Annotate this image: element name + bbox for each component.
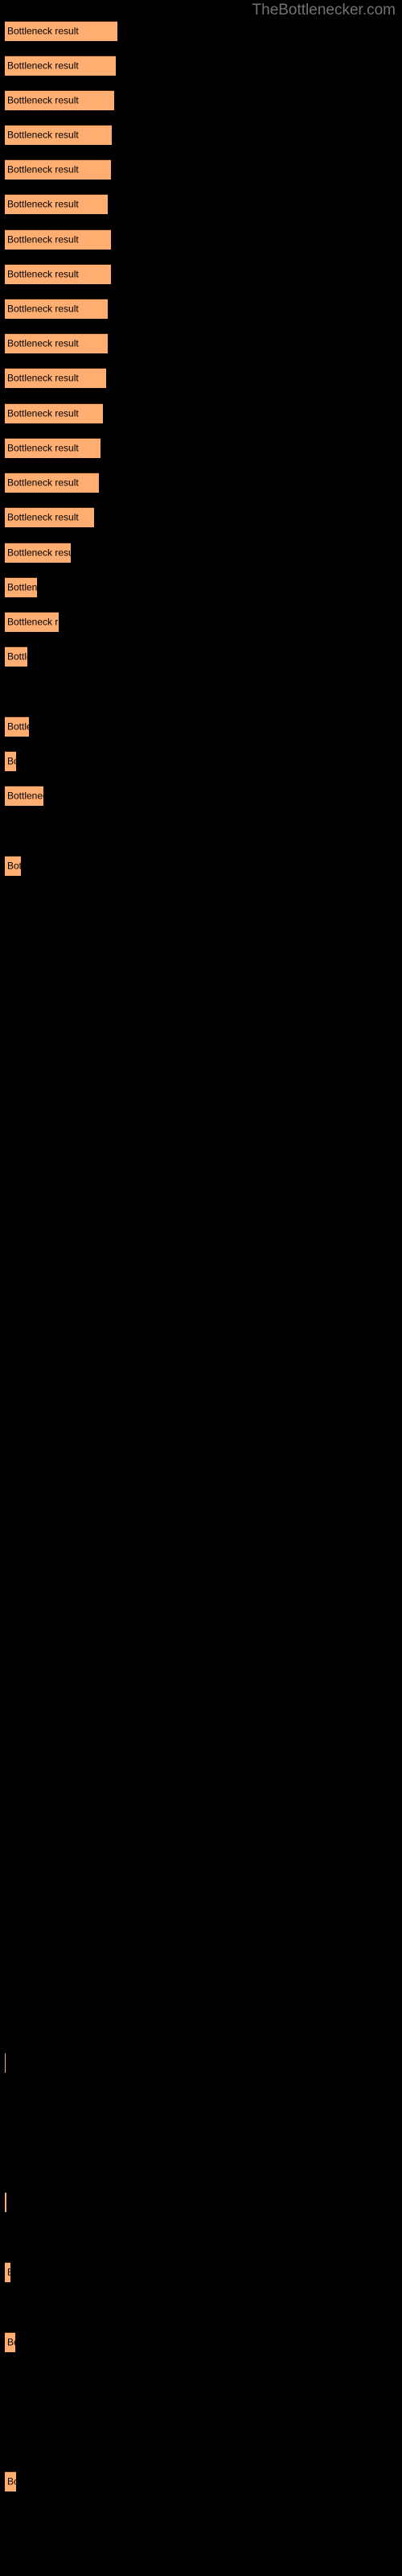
bar-4[interactable]: Bottleneck result: [5, 125, 112, 145]
bar-12[interactable]: Bottleneck result: [5, 403, 103, 423]
bar-label: Bottleneck result: [7, 25, 79, 37]
bar-9[interactable]: Bottleneck result: [5, 299, 108, 319]
bar-label: Bottleneck result: [7, 337, 79, 349]
bar-label: Bottleneck result: [7, 407, 79, 419]
bar-6[interactable]: Bottleneck result: [5, 194, 108, 214]
bar-label: Bottleneck result: [7, 268, 79, 280]
bar-label: Bottleneck result: [7, 650, 27, 663]
bar-label: Bottleneck result: [7, 372, 79, 384]
bar-24[interactable]: Bottleneck result: [5, 2053, 6, 2073]
bar-3[interactable]: Bottleneck result: [5, 90, 114, 110]
bar-20[interactable]: Bottleneck result: [5, 716, 29, 737]
bar-13[interactable]: Bottleneck result: [5, 438, 100, 458]
bar-label: Bottleneck result: [7, 94, 79, 106]
bar-label: Bottleneck result: [7, 303, 79, 315]
bottleneck-chart-page: TheBottlenecker.com Bottleneck result Bot…: [0, 0, 402, 2576]
bar-23[interactable]: Bottleneck result: [5, 856, 21, 876]
bar-14[interactable]: Bottleneck result: [5, 473, 99, 493]
bar-2[interactable]: Bottleneck result: [5, 56, 116, 76]
bar-27[interactable]: Bottleneck result: [5, 2332, 15, 2352]
bar-17[interactable]: Bottleneck result: [5, 577, 37, 597]
bar-22[interactable]: Bottleneck result: [5, 786, 43, 806]
bar-label: Bottleneck result: [7, 755, 16, 767]
bar-label: Bottleneck result: [7, 511, 79, 523]
bar-label: Bottleneck result: [7, 198, 79, 210]
bar-5[interactable]: Bottleneck result: [5, 159, 111, 180]
bar-18[interactable]: Bottleneck result: [5, 612, 59, 632]
bar-label: Bottleneck result: [7, 129, 79, 141]
bar-label: Bottleneck result: [7, 2267, 10, 2278]
bar-19[interactable]: Bottleneck result: [5, 646, 27, 667]
bar-label: Bottleneck result: [7, 547, 71, 559]
horizontal-bar-chart: Bottleneck result Bottleneck result Bottle…: [0, 0, 402, 2576]
bar-label: Bottleneck result: [7, 163, 79, 175]
bar-label: Bottleneck result: [7, 720, 29, 733]
bar-label: Bottleneck result: [7, 442, 79, 454]
bar-label: Bottleneck result: [7, 233, 79, 246]
bar-10[interactable]: Bottleneck result: [5, 333, 108, 353]
bar-8[interactable]: Bottleneck result: [5, 264, 111, 284]
bar-label: Bottleneck result: [7, 2336, 15, 2348]
bar-label: Bottleneck result: [7, 477, 79, 489]
bar-label: Bottleneck result: [7, 790, 43, 802]
bar-21[interactable]: Bottleneck result: [5, 751, 16, 771]
bar-label: Bottleneck result: [7, 2475, 16, 2487]
bar-25[interactable]: Bottleneck result: [5, 2192, 6, 2212]
bar-15[interactable]: Bottleneck result: [5, 507, 94, 527]
bar-label: Bottleneck result: [7, 60, 79, 72]
bar-28[interactable]: Bottleneck result: [5, 2471, 16, 2491]
bar-7[interactable]: Bottleneck result: [5, 229, 111, 250]
bar-label: Bottleneck result: [7, 616, 59, 628]
bar-11[interactable]: Bottleneck result: [5, 368, 106, 388]
bar-26[interactable]: Bottleneck result: [5, 2262, 10, 2282]
bar-16[interactable]: Bottleneck result: [5, 543, 71, 563]
bar-1[interactable]: Bottleneck result: [5, 21, 117, 41]
bar-label: Bottleneck result: [7, 860, 21, 872]
bar-label: Bottleneck result: [7, 581, 37, 593]
